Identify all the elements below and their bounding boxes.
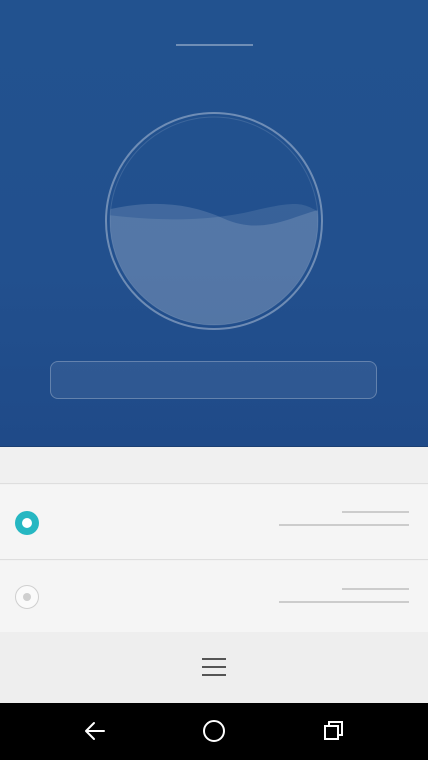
- back-arrow-icon[interactable]: [81, 717, 109, 745]
- recents-squares-icon[interactable]: [319, 717, 347, 745]
- home-circle-icon[interactable]: [200, 717, 228, 745]
- gauge-value-label: [104, 111, 324, 331]
- radio-selected-icon[interactable]: [15, 511, 39, 535]
- radio-unselected-icon[interactable]: [15, 585, 39, 609]
- hero-panel: [0, 0, 428, 447]
- option-subvalue-placeholder: [279, 524, 409, 526]
- action-bar-button[interactable]: [50, 361, 377, 399]
- hamburger-menu-icon[interactable]: [202, 657, 226, 677]
- option-row-1[interactable]: [0, 485, 428, 560]
- option-subvalue-placeholder: [279, 601, 409, 603]
- option-row-2[interactable]: [0, 561, 428, 633]
- fill-gauge: [104, 111, 324, 331]
- option-value-placeholder: [342, 588, 409, 590]
- hero-title-placeholder: [176, 44, 253, 46]
- section-header: [0, 447, 428, 484]
- option-value-placeholder: [342, 511, 409, 513]
